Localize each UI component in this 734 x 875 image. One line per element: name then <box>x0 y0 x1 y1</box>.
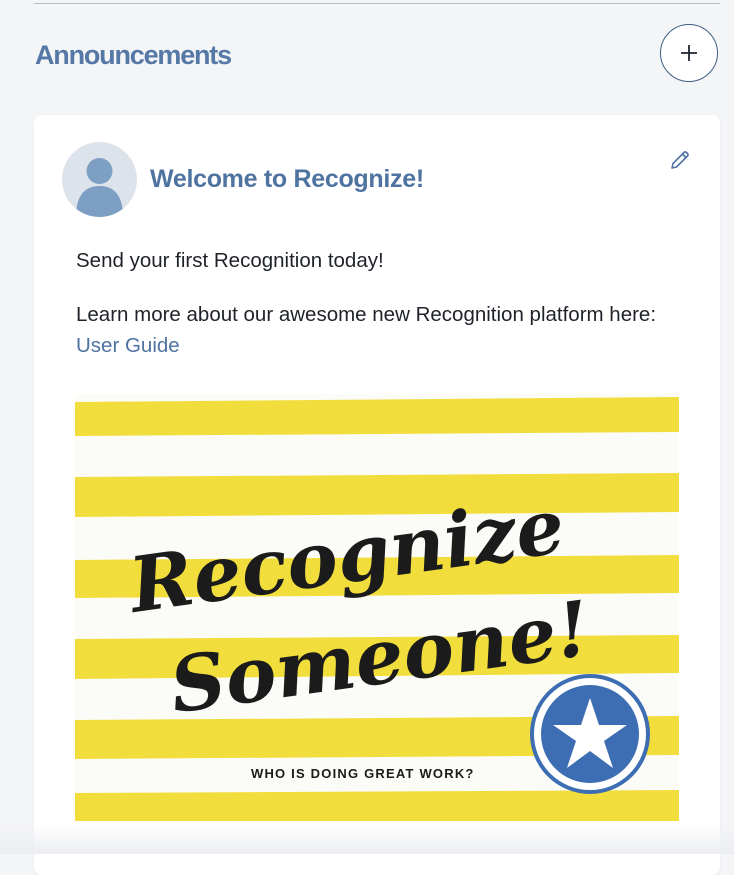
edit-announcement-button[interactable] <box>668 148 692 172</box>
banner-tagline: WHO IS DOING GREAT WORK? <box>251 766 475 781</box>
pencil-icon <box>671 151 689 169</box>
banner-graphic: Recognize Someone! WHO IS DOING GREAT WO… <box>75 397 679 821</box>
user-guide-link[interactable]: User Guide <box>76 334 180 357</box>
add-announcement-button[interactable] <box>660 24 718 82</box>
announcement-card: Welcome to Recognize! Send your first Re… <box>34 115 720 875</box>
page-title: Announcements <box>35 40 232 70</box>
top-divider <box>34 3 720 4</box>
star-badge <box>530 674 650 794</box>
announcement-title: Welcome to Recognize! <box>150 165 424 193</box>
plus-icon <box>681 45 697 61</box>
announcement-paragraph: Send your first Recognition today! <box>76 249 384 272</box>
announcement-banner-image: Recognize Someone! WHO IS DOING GREAT WO… <box>75 394 679 821</box>
announcement-paragraph: Learn more about our awesome new Recogni… <box>76 299 676 361</box>
paragraph-text: Learn more about our awesome new Recogni… <box>76 303 657 326</box>
user-silhouette-icon <box>76 158 123 217</box>
avatar <box>62 142 137 217</box>
scroll-fade <box>0 824 734 854</box>
